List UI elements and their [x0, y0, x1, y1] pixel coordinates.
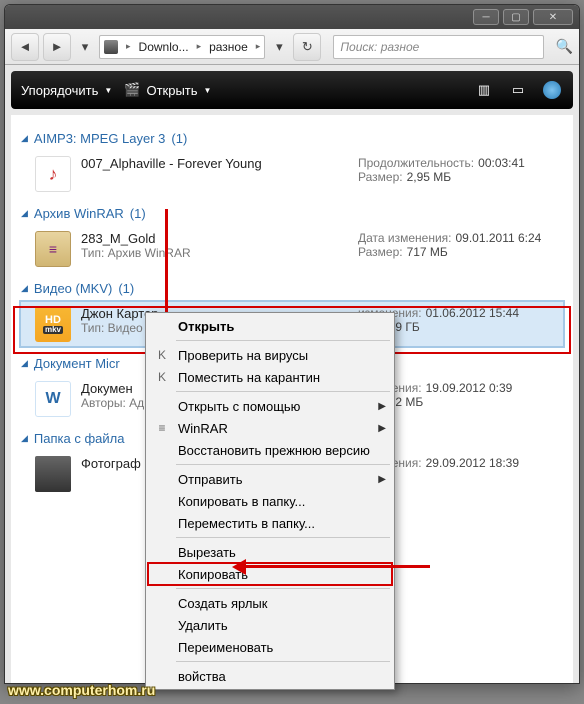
ctx-cut[interactable]: Вырезать: [148, 541, 392, 563]
ctx-copy-to-folder[interactable]: Копировать в папку...: [148, 490, 392, 512]
file-row[interactable]: 283_M_Gold Тип: Архив WinRAR Дата измене…: [21, 227, 563, 271]
ctx-virus-check[interactable]: KПроверить на вирусы: [148, 344, 392, 366]
ctx-delete[interactable]: Удалить: [148, 614, 392, 636]
ctx-rename[interactable]: Переименовать: [148, 636, 392, 658]
rar-icon: [35, 231, 71, 267]
ctx-open-with[interactable]: Открыть с помощью▶: [148, 395, 392, 417]
ctx-copy[interactable]: Копировать: [148, 563, 392, 585]
breadcrumb[interactable]: ▸ Downlo... ▸ разное ▸: [99, 35, 265, 59]
shield-icon: K: [154, 369, 170, 385]
context-menu: Открыть KПроверить на вирусы KПоместить …: [145, 312, 395, 690]
submenu-arrow-icon: ▶: [378, 401, 386, 412]
history-dropdown[interactable]: ▾: [75, 35, 95, 59]
refresh-button[interactable]: ↻: [293, 33, 321, 61]
breadcrumb-seg-2[interactable]: разное: [205, 36, 252, 58]
close-button[interactable]: ✕: [533, 9, 573, 25]
ctx-create-shortcut[interactable]: Создать ярлык: [148, 592, 392, 614]
ctx-send-to[interactable]: Отправить▶: [148, 468, 392, 490]
file-name: 283_M_Gold: [81, 231, 348, 246]
ctx-quarantine[interactable]: KПоместить на карантин: [148, 366, 392, 388]
submenu-arrow-icon: ▶: [378, 474, 386, 485]
search-input[interactable]: Поиск: разное: [333, 35, 543, 59]
group-header-mp3[interactable]: ◢ AIMP3: MPEG Layer 3 (1): [21, 131, 563, 146]
breadcrumb-dropdown[interactable]: ▾: [269, 35, 289, 59]
view-options[interactable]: ▥: [473, 79, 495, 101]
help-button[interactable]: [541, 79, 563, 101]
shield-icon: K: [154, 347, 170, 363]
file-subtitle: Тип: Архив WinRAR: [81, 246, 348, 260]
group-header-mkv[interactable]: ◢ Видео (MKV) (1): [21, 281, 563, 296]
word-icon: [35, 381, 71, 417]
organize-menu[interactable]: Упорядочить▼: [21, 83, 112, 98]
ctx-move-to-folder[interactable]: Переместить в папку...: [148, 512, 392, 534]
toolbar: Упорядочить▼ 🎬 Открыть▼ ▥ ▭: [11, 71, 573, 109]
preview-pane[interactable]: ▭: [507, 79, 529, 101]
titlebar: ─ ▢ ✕: [5, 5, 579, 29]
navbar: ◄ ► ▾ ▸ Downlo... ▸ разное ▸ ▾ ↻ Поиск: …: [5, 29, 579, 65]
ctx-open[interactable]: Открыть: [148, 315, 392, 337]
search-icon[interactable]: 🔍: [556, 38, 573, 55]
forward-button[interactable]: ►: [43, 33, 71, 61]
clapper-icon: 🎬: [124, 82, 140, 98]
minimize-button[interactable]: ─: [473, 9, 499, 25]
drive-icon: [104, 40, 118, 54]
ctx-winrar[interactable]: ≡WinRAR▶: [148, 417, 392, 439]
mp3-icon: [35, 156, 71, 192]
submenu-arrow-icon: ▶: [378, 423, 386, 434]
ctx-properties[interactable]: войства: [148, 665, 392, 687]
ctx-restore-version[interactable]: Восстановить прежнюю версию: [148, 439, 392, 461]
breadcrumb-seg-1[interactable]: Downlo...: [135, 36, 193, 58]
search-placeholder: Поиск: разное: [340, 40, 419, 54]
back-button[interactable]: ◄: [11, 33, 39, 61]
group-header-rar[interactable]: ◢ Архив WinRAR (1): [21, 206, 563, 221]
hd-mkv-icon: HD mkv: [35, 306, 71, 342]
file-name: 007_Alphaville - Forever Young: [81, 156, 348, 171]
winrar-icon: ≡: [154, 420, 170, 436]
folder-icon: [35, 456, 71, 492]
open-button[interactable]: 🎬 Открыть▼: [124, 82, 211, 98]
maximize-button[interactable]: ▢: [503, 9, 529, 25]
watermark: www.computerhom.ru: [8, 682, 155, 698]
file-row[interactable]: 007_Alphaville - Forever Young Продолжит…: [21, 152, 563, 196]
